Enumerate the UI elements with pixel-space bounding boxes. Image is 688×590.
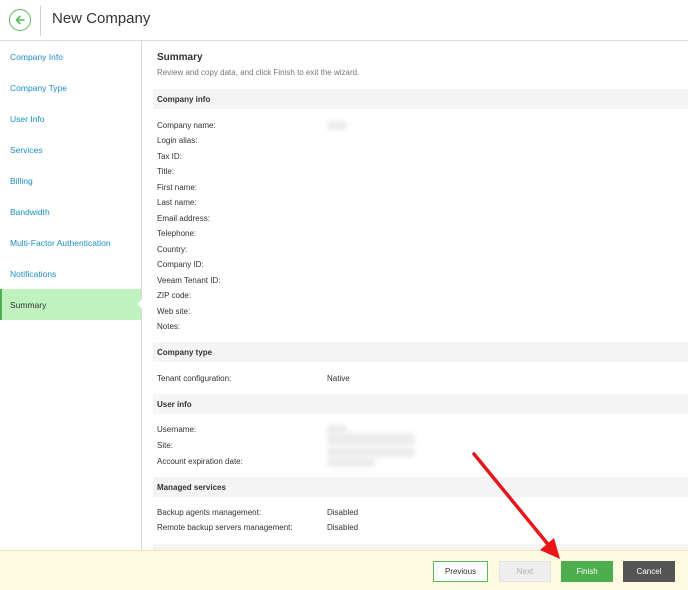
wizard-footer: Previous Next Finish Cancel — [0, 550, 688, 590]
summary-description: Review and copy data, and click Finish t… — [157, 68, 360, 77]
section-user-info: User info — [153, 394, 688, 414]
label-email-address: Email address: — [157, 214, 210, 223]
label-site: Site: — [157, 441, 174, 450]
sidebar-item-user-info[interactable]: User Info — [0, 103, 141, 134]
section-company-info: Company info — [153, 89, 688, 109]
sidebar-item-services[interactable]: Services — [0, 134, 141, 165]
value-remote-backup-servers-management: Disabled — [327, 523, 359, 532]
next-button[interactable]: Next — [499, 561, 551, 582]
sidebar-item-billing[interactable]: Billing — [0, 165, 141, 196]
header-divider — [40, 6, 41, 36]
label-company-name: Company name: — [157, 121, 216, 130]
label-first-name: First name: — [157, 183, 198, 192]
label-account-expiration-date: Account expiration date: — [157, 457, 243, 466]
redacted-site-extra — [327, 447, 415, 457]
label-zip-code: ZIP code: — [157, 291, 192, 300]
label-tax-id: Tax ID: — [157, 152, 182, 161]
sidebar-item-multi-factor-authentication[interactable]: Multi-Factor Authentication — [0, 227, 141, 258]
label-notes: Notes: — [157, 322, 181, 331]
label-country: Country: — [157, 245, 188, 254]
redacted-site — [327, 433, 415, 445]
label-veeam-tenant-id: Veeam Tenant ID: — [157, 276, 221, 285]
label-company-id: Company ID: — [157, 260, 204, 269]
label-telephone: Telephone: — [157, 229, 197, 238]
label-remote-backup-servers-management: Remote backup servers management: — [157, 523, 293, 532]
value-tenant-configuration: Native — [327, 374, 350, 383]
label-username: Username: — [157, 425, 197, 434]
previous-button[interactable]: Previous — [433, 561, 488, 582]
wizard-header: New Company — [0, 0, 688, 41]
value-backup-agents-management: Disabled — [327, 508, 359, 517]
label-title: Title: — [157, 167, 175, 176]
cancel-button[interactable]: Cancel — [623, 561, 675, 582]
label-backup-agents-management: Backup agents management: — [157, 508, 262, 517]
label-web-site: Web site: — [157, 307, 191, 316]
label-login-alias: Login alias: — [157, 136, 198, 145]
label-tenant-configuration: Tenant configuration: — [157, 374, 232, 383]
sidebar-item-summary[interactable]: Summary — [0, 289, 142, 320]
finish-button[interactable]: Finish — [561, 561, 613, 582]
back-button[interactable] — [9, 9, 31, 31]
summary-title: Summary — [157, 52, 203, 63]
summary-panel: Summary Review and copy data, and click … — [142, 41, 688, 550]
sidebar-item-company-type[interactable]: Company Type — [0, 72, 141, 103]
page-title: New Company — [52, 10, 151, 27]
redacted-company-name — [327, 121, 347, 130]
redacted-expiration-date — [327, 457, 375, 467]
label-last-name: Last name: — [157, 198, 197, 207]
section-company-type: Company type — [153, 342, 688, 362]
wizard-steps-sidebar: Company Info Company Type User Info Serv… — [0, 41, 142, 550]
sidebar-item-bandwidth[interactable]: Bandwidth — [0, 196, 141, 227]
arrow-left-circle-icon — [15, 15, 25, 25]
sidebar-item-notifications[interactable]: Notifications — [0, 258, 141, 289]
sidebar-item-company-info[interactable]: Company Info — [0, 41, 141, 72]
section-managed-services: Managed services — [153, 477, 688, 497]
